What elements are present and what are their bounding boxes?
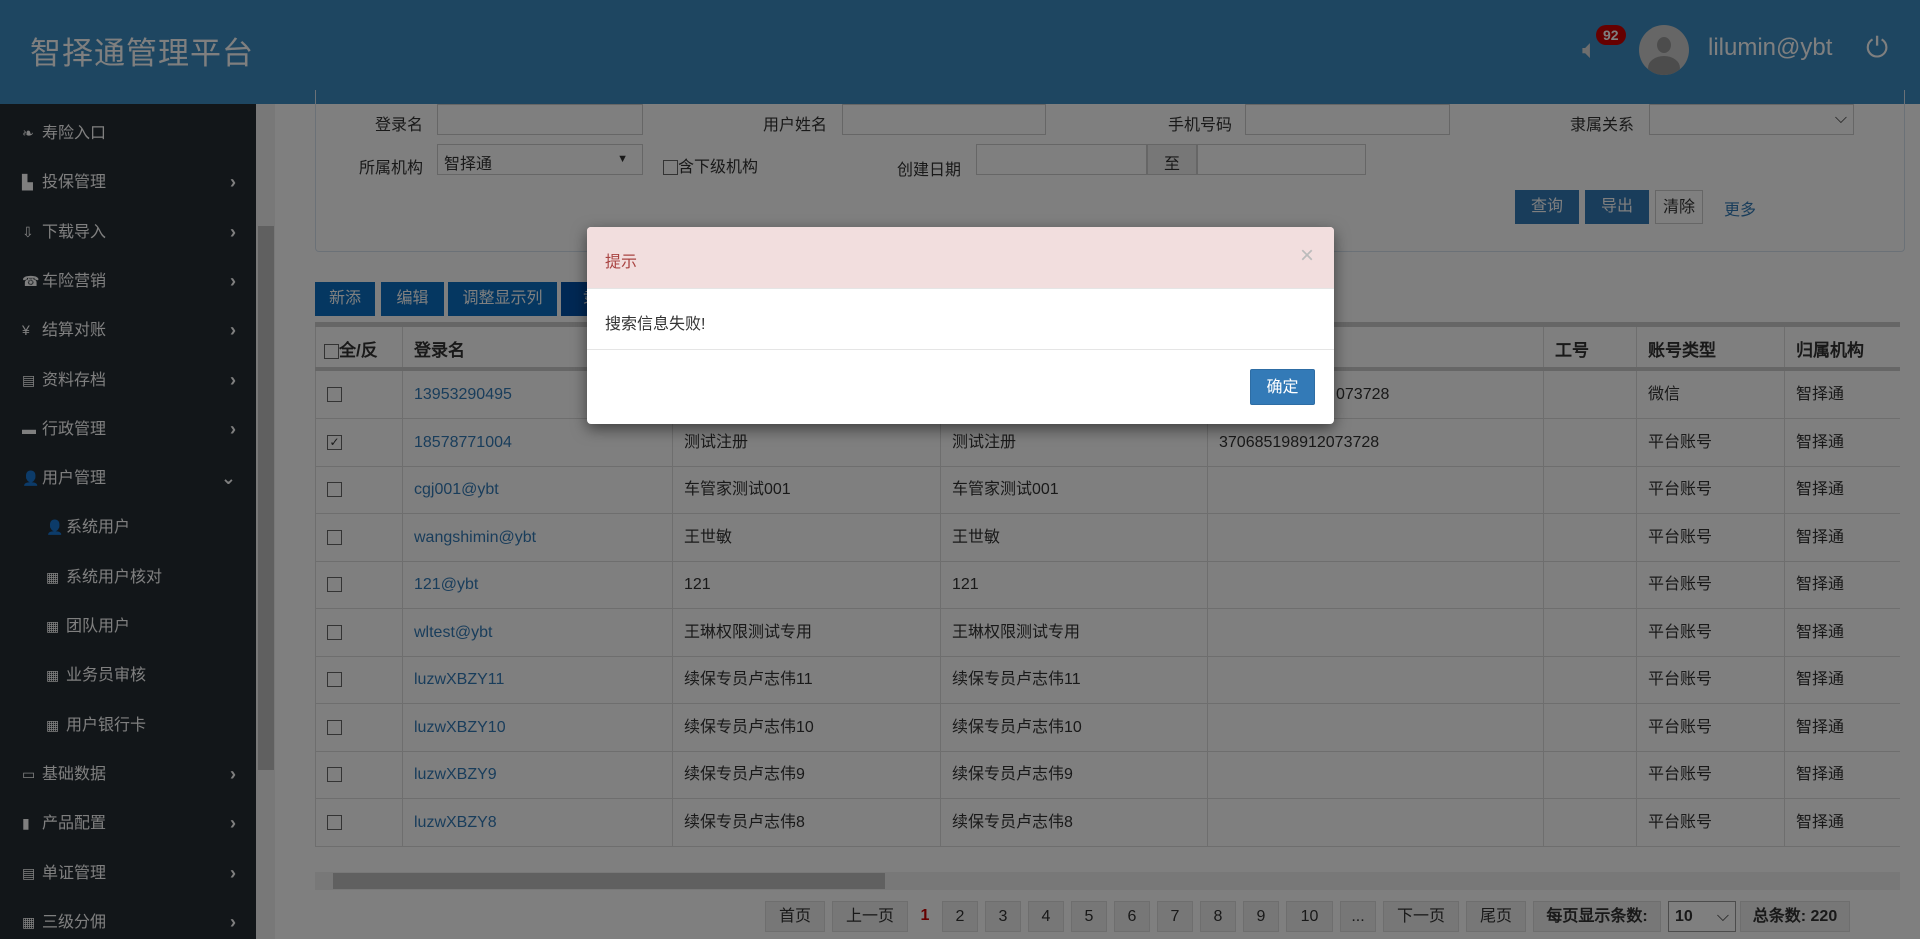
confirm-button[interactable]: 确定 — [1250, 369, 1315, 405]
alert-dialog: 提示 × 搜索信息失败! 确定 — [587, 227, 1334, 424]
close-icon[interactable]: × — [1300, 242, 1314, 270]
modal-backdrop[interactable] — [0, 0, 1920, 939]
dialog-title: 提示 — [605, 254, 638, 271]
dialog-header — [587, 227, 1334, 289]
dialog-message: 搜索信息失败! — [605, 316, 706, 333]
dialog-footer-divider — [587, 349, 1334, 350]
